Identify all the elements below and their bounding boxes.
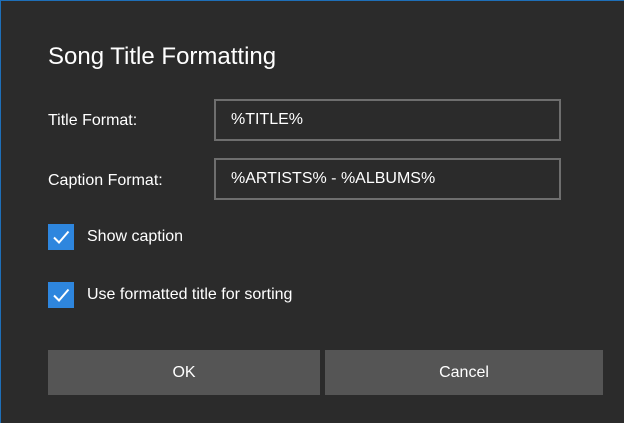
cancel-button[interactable]: Cancel xyxy=(325,350,603,395)
title-format-label: Title Format: xyxy=(48,112,138,129)
dialog-title: Song Title Formatting xyxy=(48,43,277,70)
checkmark-icon xyxy=(53,288,70,302)
use-formatted-title-label: Use formatted title for sorting xyxy=(87,286,293,303)
song-title-formatting-dialog: Song Title Formatting Title Format: Capt… xyxy=(0,0,624,423)
show-caption-checkbox[interactable] xyxy=(48,224,74,250)
checkmark-icon xyxy=(53,230,70,244)
use-formatted-title-checkbox[interactable] xyxy=(48,282,74,308)
title-format-input[interactable] xyxy=(214,99,561,141)
use-formatted-title-checkbox-row[interactable]: Use formatted title for sorting xyxy=(48,282,292,308)
caption-format-input[interactable] xyxy=(214,158,561,200)
show-caption-checkbox-row[interactable]: Show caption xyxy=(48,224,183,250)
show-caption-label: Show caption xyxy=(87,228,184,245)
caption-format-label: Caption Format: xyxy=(48,172,163,189)
ok-button[interactable]: OK xyxy=(48,350,320,395)
